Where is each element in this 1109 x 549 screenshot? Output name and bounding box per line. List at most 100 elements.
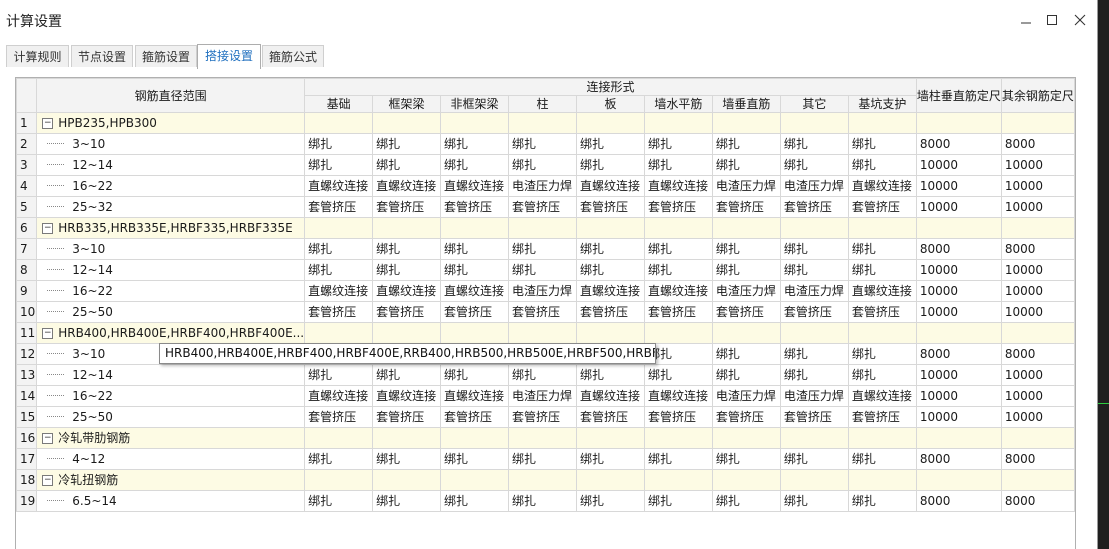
group-empty-cell[interactable] [440,217,510,239]
group-empty-cell[interactable] [575,112,645,134]
table-row[interactable]: 15 25~50 套管挤压 套管挤压 套管挤压 套管挤压 套管挤压 套管挤压 套管挤压 套管挤压套… [16,406,1075,428]
connection-cell[interactable]: 直螺纹连接 [575,385,645,407]
connection-cell[interactable]: 绑扎 [847,133,917,155]
connection-cell[interactable]: 绑扎 [779,154,849,176]
table-row[interactable]: 14 16~22 直螺纹连接 直螺纹连接 直螺纹连接 电渣压力焊 直螺纹连接 直螺纹连接 电渣压… [16,385,1075,407]
connection-cell[interactable]: 直螺纹连接 [643,280,713,302]
connection-cell[interactable]: 绑扎 [372,259,442,281]
connection-cell[interactable]: 绑扎 [440,259,510,281]
connection-cell[interactable]: 套管挤压 [643,406,713,428]
connection-cell[interactable]: 直螺纹连接 [304,175,374,197]
group-empty-cell[interactable] [711,217,781,239]
group-empty-cell[interactable] [372,217,442,239]
table-row[interactable]: 10 25~50 套管挤压 套管挤压 套管挤压 套管挤压 套管挤压 套管挤压 套管挤压 套管挤压套… [16,301,1075,323]
connection-cell[interactable]: 套管挤压 [508,406,577,428]
connection-cell[interactable]: 绑扎 [711,259,781,281]
connection-cell[interactable]: 直螺纹连接 [372,385,442,407]
length-cell[interactable]: 10000 [915,154,1002,176]
connection-cell[interactable]: 绑扎 [711,343,781,365]
connection-cell[interactable]: 绑扎 [304,490,374,512]
connection-cell[interactable]: 绑扎 [847,343,917,365]
connection-cell[interactable]: 套管挤压 [372,196,442,218]
connection-cell[interactable]: 套管挤压 [372,406,442,428]
connection-cell[interactable]: 电渣压力焊 [779,385,849,407]
connection-cell[interactable]: 套管挤压 [643,301,713,323]
group-name-cell[interactable]: − HRB400,HRB400E,HRBF400,HRBF400E... [36,322,306,344]
connection-cell[interactable]: 绑扎 [372,490,442,512]
group-empty-cell[interactable] [304,322,374,344]
diameter-cell[interactable]: 3~10 [36,238,306,260]
diameter-cell[interactable]: 25~50 [36,301,306,323]
diameter-cell[interactable]: 16~22 [36,280,306,302]
connection-cell[interactable]: 绑扎 [711,133,781,155]
tab-stirrup-settings[interactable]: 箍筋设置 [135,45,197,67]
connection-cell[interactable]: 绑扎 [372,238,442,260]
group-empty-cell[interactable] [847,112,917,134]
group-empty-cell[interactable] [847,322,917,344]
diameter-cell[interactable]: 12~14 [36,364,306,386]
connection-cell[interactable]: 绑扎 [779,343,849,365]
length-cell[interactable]: 10000 [1000,196,1075,218]
connection-cell[interactable]: 直螺纹连接 [643,385,713,407]
connection-cell[interactable]: 电渣压力焊 [508,385,577,407]
connection-cell[interactable]: 绑扎 [508,133,577,155]
connection-cell[interactable]: 套管挤压 [847,196,917,218]
group-row[interactable]: 11− HRB400,HRB400E,HRBF400,HRBF400E... [16,322,1075,344]
diameter-cell[interactable]: 12~14 [36,154,306,176]
connection-cell[interactable]: 套管挤压 [779,406,849,428]
length-cell[interactable]: 8000 [1000,448,1075,470]
connection-cell[interactable]: 套管挤压 [304,406,374,428]
group-empty-cell[interactable] [440,427,510,449]
group-empty-cell[interactable] [304,469,374,491]
connection-cell[interactable]: 绑扎 [643,133,713,155]
diameter-cell[interactable]: 25~32 [36,196,306,218]
connection-cell[interactable]: 直螺纹连接 [304,385,374,407]
minimize-button[interactable] [1016,10,1036,30]
connection-cell[interactable]: 绑扎 [779,133,849,155]
diameter-cell[interactable]: 4~12 [36,448,306,470]
group-empty-cell[interactable] [508,427,577,449]
connection-cell[interactable]: 直螺纹连接 [575,175,645,197]
collapse-icon[interactable]: − [42,327,54,339]
connection-cell[interactable]: 电渣压力焊 [508,280,577,302]
connection-cell[interactable]: 绑扎 [711,364,781,386]
length-cell[interactable]: 10000 [1000,385,1075,407]
group-empty-cell[interactable] [508,112,577,134]
collapse-icon[interactable]: − [42,222,54,234]
connection-cell[interactable]: 绑扎 [847,490,917,512]
group-empty-cell[interactable] [915,112,1002,134]
connection-cell[interactable]: 绑扎 [643,259,713,281]
connection-cell[interactable]: 绑扎 [847,448,917,470]
group-empty-cell[interactable] [779,112,849,134]
group-empty-cell[interactable] [711,469,781,491]
connection-cell[interactable]: 绑扎 [779,259,849,281]
connection-cell[interactable]: 套管挤压 [779,301,849,323]
connection-cell[interactable]: 绑扎 [440,448,510,470]
group-empty-cell[interactable] [915,217,1002,239]
connection-cell[interactable]: 绑扎 [643,238,713,260]
connection-cell[interactable]: 绑扎 [575,259,645,281]
length-cell[interactable]: 10000 [1000,406,1075,428]
connection-cell[interactable]: 电渣压力焊 [508,175,577,197]
connection-cell[interactable]: 绑扎 [508,154,577,176]
group-empty-cell[interactable] [440,469,510,491]
connection-cell[interactable]: 电渣压力焊 [779,175,849,197]
connection-cell[interactable]: 电渣压力焊 [711,280,781,302]
group-empty-cell[interactable] [304,427,374,449]
connection-cell[interactable]: 绑扎 [304,259,374,281]
connection-cell[interactable]: 绑扎 [304,133,374,155]
length-cell[interactable]: 8000 [915,448,1002,470]
connection-cell[interactable]: 直螺纹连接 [440,175,510,197]
group-empty-cell[interactable] [847,427,917,449]
length-cell[interactable]: 8000 [1000,238,1075,260]
length-cell[interactable]: 10000 [1000,364,1075,386]
group-name-cell[interactable]: − HPB235,HPB300 [36,112,306,134]
group-empty-cell[interactable] [779,322,849,344]
group-empty-cell[interactable] [1000,469,1075,491]
connection-cell[interactable]: 绑扎 [847,259,917,281]
diameter-cell[interactable]: 6.5~14 [36,490,306,512]
group-empty-cell[interactable] [711,112,781,134]
connection-cell[interactable]: 套管挤压 [372,301,442,323]
connection-cell[interactable]: 绑扎 [508,259,577,281]
group-name-cell[interactable]: − HRB335,HRB335E,HRBF335,HRBF335E [36,217,306,239]
